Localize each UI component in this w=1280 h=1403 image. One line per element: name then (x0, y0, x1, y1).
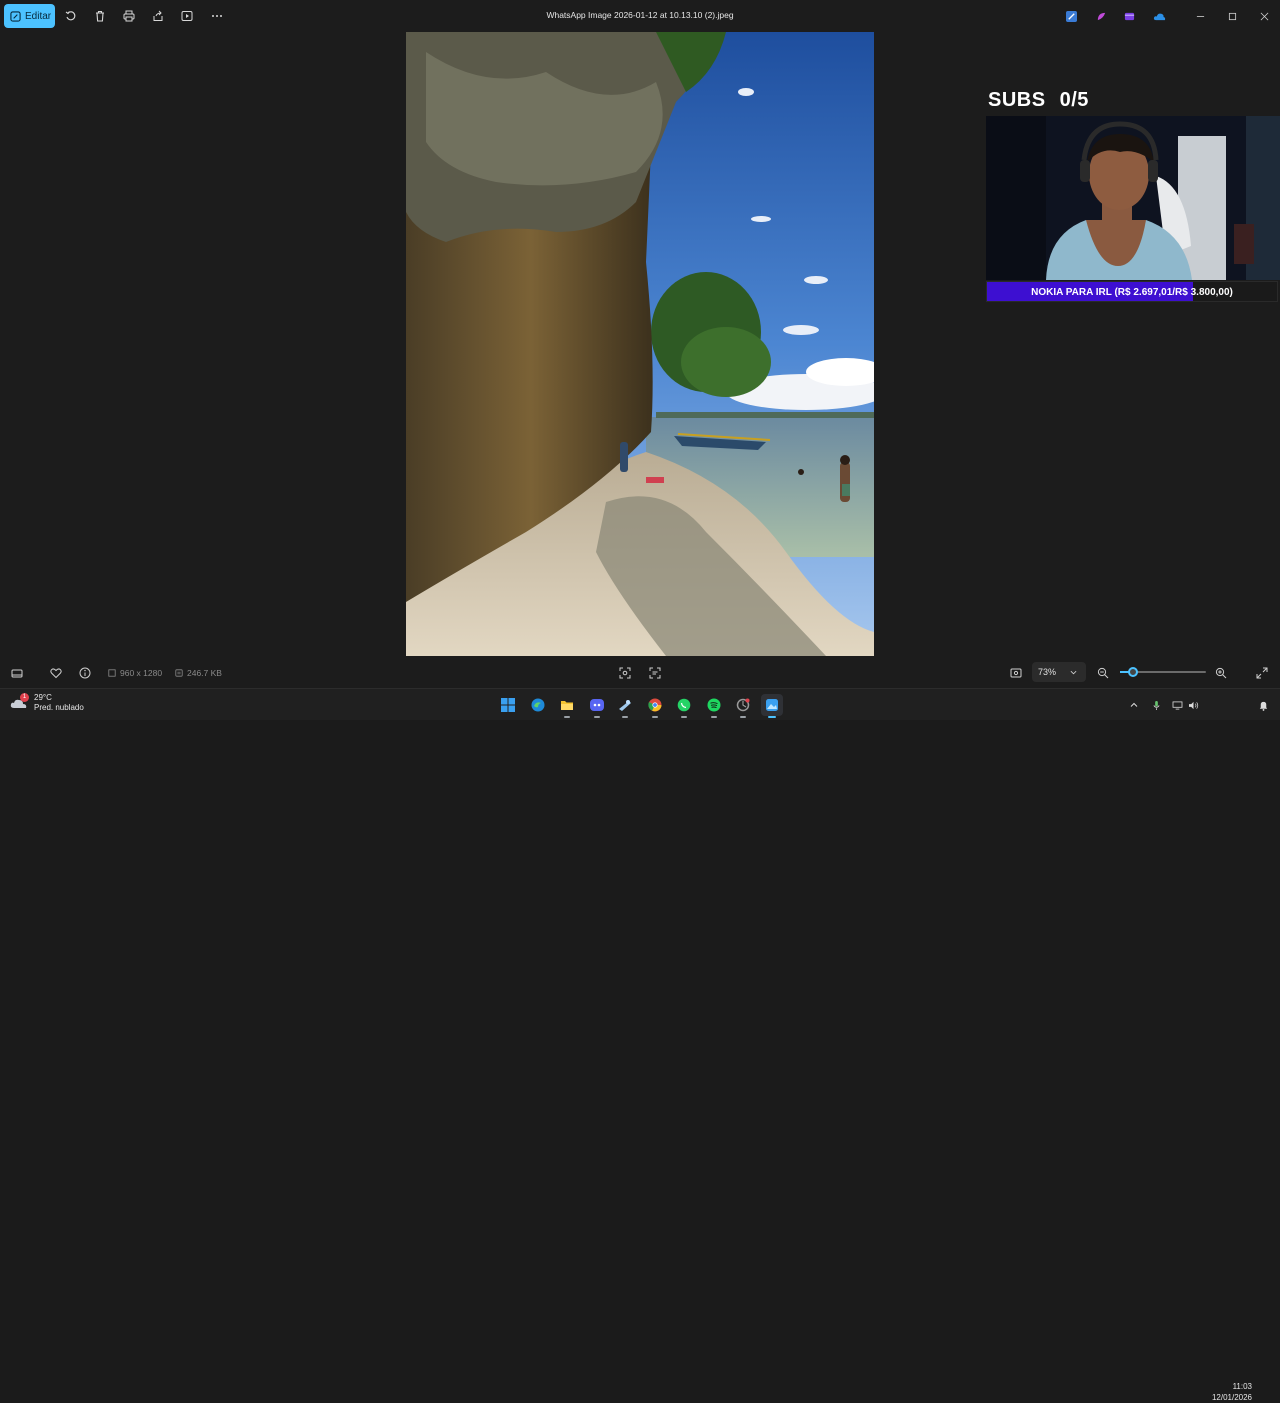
taskbar-photos[interactable] (761, 694, 783, 718)
photos-app-window: Editar WhatsApp Image 2026-01-12 at 10.1… (0, 0, 1280, 688)
clipchamp-app-icon[interactable] (1122, 9, 1136, 23)
paint-app-icon[interactable] (1064, 9, 1078, 23)
subs-count: 0/5 (1059, 89, 1089, 111)
text-recognition-icon[interactable] (647, 665, 663, 681)
goal-text: NOKIA PARA IRL (R$ 2.697,01/R$ 3.800,00) (1031, 287, 1233, 298)
maximize-button[interactable] (1224, 8, 1240, 24)
tool-app-icon (736, 698, 750, 712)
dimensions-icon (108, 669, 116, 677)
beach-cliff-photo (406, 32, 874, 656)
info-icon[interactable] (77, 665, 93, 681)
taskbar-edge[interactable] (527, 694, 549, 716)
chevron-down-icon (1070, 670, 1077, 674)
zoom-in-icon[interactable] (1213, 665, 1229, 681)
streamer-webcam-image (986, 116, 1280, 280)
filmstrip-icon[interactable] (9, 665, 25, 681)
taskbar-clock[interactable]: 11:03 12/01/2026 (1206, 1381, 1252, 1403)
weather-temp: 29°C (34, 693, 52, 702)
network-icon[interactable] (1170, 698, 1184, 712)
file-size-value: 246.7 KB (187, 668, 222, 678)
clock-date: 12/01/2026 (1211, 1393, 1252, 1402)
fit-view-icon[interactable] (1008, 665, 1024, 681)
taskbar-file-explorer[interactable] (556, 694, 578, 718)
chrome-icon (648, 698, 662, 712)
taskbar-steam[interactable] (614, 694, 636, 718)
volume-icon[interactable] (1186, 698, 1200, 712)
running-indicator (594, 716, 600, 718)
notification-icon[interactable] (1256, 698, 1270, 712)
zoom-slider-thumb[interactable] (1127, 667, 1138, 677)
windows-start-button[interactable] (497, 694, 519, 716)
subs-label: SUBS (988, 89, 1046, 111)
dimensions-value: 960 x 1280 (120, 668, 163, 678)
running-indicator (564, 716, 570, 718)
clock-time: 11:03 (1232, 1382, 1252, 1391)
taskbar-discord[interactable] (586, 694, 608, 718)
windows-logo-icon (501, 698, 515, 712)
file-size-icon (175, 669, 183, 677)
taskbar-spotify[interactable] (703, 694, 725, 718)
cloud-icon: 1 (10, 693, 29, 710)
spotify-icon (707, 698, 721, 712)
folder-icon (561, 701, 573, 710)
windows-taskbar: 1 29°C Pred. nublado 11:03 12/01/2026 (0, 688, 1280, 1402)
bottom-bar: 960 x 1280 246.7 KB (0, 660, 1280, 686)
favorite-icon[interactable] (48, 665, 64, 681)
whatsapp-icon (677, 698, 691, 712)
subs-counter: SUBS 0/5 (988, 89, 1089, 112)
taskbar-chrome[interactable] (644, 694, 666, 718)
weather-widget[interactable]: 1 29°C Pred. nublado (10, 693, 84, 713)
onedrive-icon[interactable] (1152, 9, 1166, 23)
photo-canvas[interactable] (406, 32, 874, 656)
zoom-out-icon[interactable] (1095, 665, 1111, 681)
zoom-value: 73% (1038, 667, 1057, 677)
zoom-slider[interactable] (1120, 667, 1206, 677)
discord-icon (590, 699, 604, 711)
designer-app-icon[interactable] (1094, 9, 1108, 23)
top-toolbar: Editar WhatsApp Image 2026-01-12 at 10.1… (0, 0, 1280, 32)
photos-icon (766, 699, 778, 711)
active-indicator (768, 716, 776, 718)
weather-text: 29°C Pred. nublado (34, 693, 84, 713)
file-size: 246.7 KB (175, 668, 222, 678)
weather-badge: 1 (20, 693, 29, 702)
file-title: WhatsApp Image 2026-01-12 at 10.13.10 (2… (546, 10, 734, 20)
visual-search-icon[interactable] (617, 665, 633, 681)
running-indicator (652, 716, 658, 718)
edge-icon (531, 698, 545, 712)
fullscreen-icon[interactable] (1254, 665, 1270, 681)
steam-icon (619, 700, 631, 711)
microphone-icon[interactable] (1149, 698, 1163, 712)
running-indicator (711, 716, 717, 718)
zoom-dropdown[interactable]: 73% (1032, 662, 1086, 682)
webcam-overlay (986, 116, 1280, 280)
donation-goal-bar: NOKIA PARA IRL (R$ 2.697,01/R$ 3.800,00) (986, 281, 1278, 302)
running-indicator (740, 716, 746, 718)
taskbar-app-tool[interactable] (732, 694, 754, 718)
image-dimensions: 960 x 1280 (108, 668, 162, 678)
weather-desc: Pred. nublado (34, 703, 84, 712)
running-indicator (622, 716, 628, 718)
chevron-up-icon[interactable] (1127, 698, 1141, 712)
minimize-button[interactable] (1192, 8, 1208, 24)
close-button[interactable] (1256, 8, 1272, 24)
running-indicator (681, 716, 687, 718)
taskbar-whatsapp[interactable] (673, 694, 695, 718)
